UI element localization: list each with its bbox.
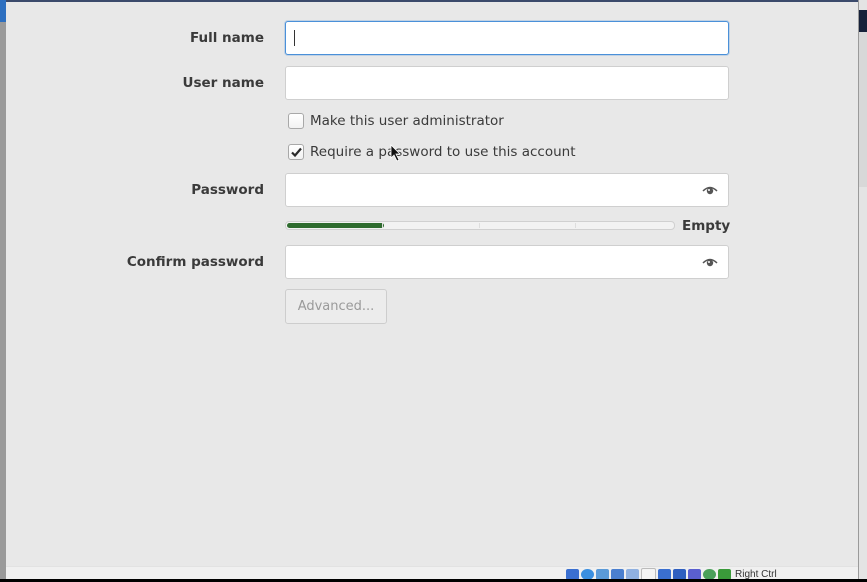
background-window-edge: [858, 0, 867, 582]
eye-icon[interactable]: [702, 255, 718, 269]
password-strength-label: Empty: [682, 218, 731, 234]
text-caret: [294, 30, 295, 46]
checkmark-icon: [291, 147, 302, 158]
confirm-password-input[interactable]: [285, 245, 729, 279]
full-name-label: Full name: [189, 30, 264, 46]
require-password-checkbox-label[interactable]: Require a password to use this account: [310, 144, 576, 160]
full-name-input[interactable]: [285, 21, 729, 55]
password-strength-bar: [285, 221, 675, 230]
administrator-checkbox-row[interactable]: Make this user administrator: [288, 111, 504, 131]
user-name-input[interactable]: [285, 66, 729, 100]
administrator-checkbox[interactable]: [288, 113, 304, 129]
mouse-pointer-icon: [390, 144, 401, 162]
eye-icon[interactable]: [702, 183, 718, 197]
strength-segment-divider: [382, 223, 383, 228]
require-password-checkbox-row[interactable]: Require a password to use this account: [288, 142, 576, 162]
confirm-password-label: Confirm password: [126, 254, 264, 270]
user-name-label: User name: [182, 75, 264, 91]
advanced-button[interactable]: Advanced...: [285, 289, 387, 324]
password-input[interactable]: [285, 173, 729, 207]
strength-segment-divider: [479, 223, 480, 228]
password-label: Password: [191, 182, 264, 198]
strength-segment-divider: [575, 223, 576, 228]
require-password-checkbox[interactable]: [288, 144, 304, 160]
administrator-checkbox-label[interactable]: Make this user administrator: [310, 113, 504, 129]
password-strength-fill: [287, 223, 384, 228]
